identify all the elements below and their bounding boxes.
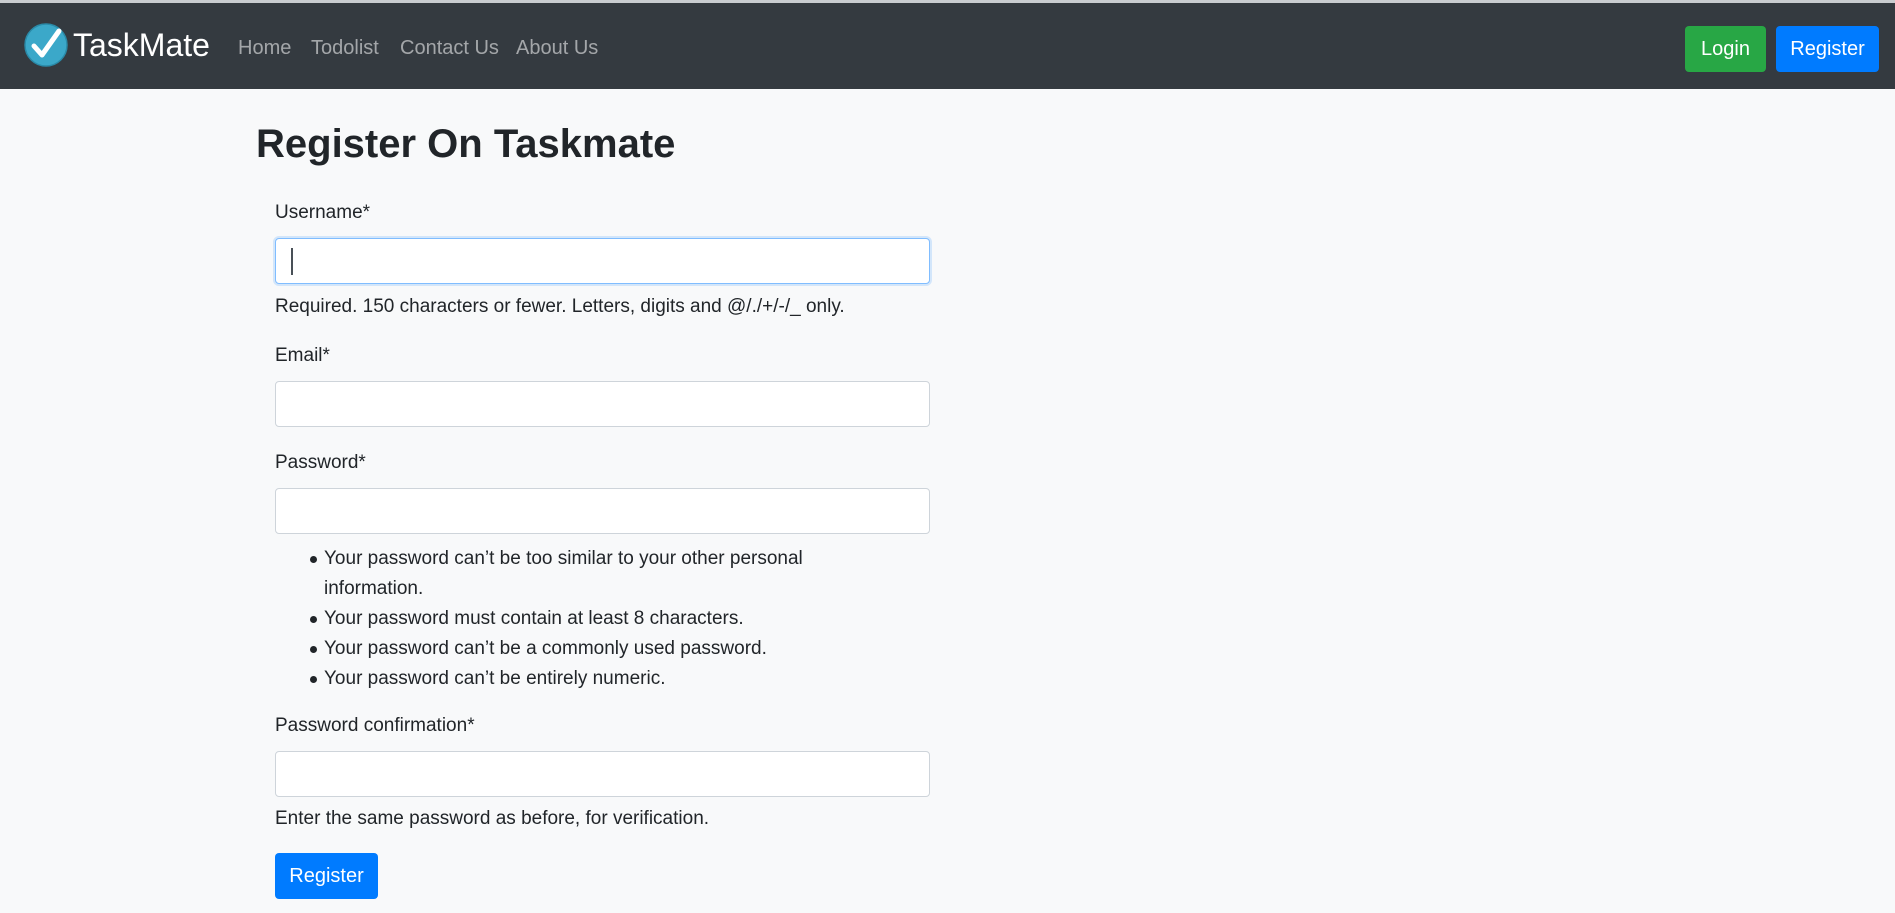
password-rule-item: Your password must contain at least 8 ch…	[275, 604, 895, 634]
password-rule-item: Your password can’t be a commonly used p…	[275, 634, 895, 664]
password-rule-item: Your password can’t be too similar to yo…	[275, 544, 895, 604]
username-input[interactable]	[275, 238, 930, 284]
username-help-text: Required. 150 characters or fewer. Lette…	[275, 296, 845, 317]
page-title: Register On Taskmate	[256, 122, 676, 166]
password-confirmation-label: Password confirmation*	[275, 715, 475, 736]
email-label: Email*	[275, 345, 330, 366]
checkmark-logo-icon	[24, 23, 68, 67]
email-input[interactable]	[275, 381, 930, 427]
brand-name: TaskMate	[73, 27, 210, 63]
nav-link-about-us[interactable]: About Us	[516, 36, 598, 60]
text-caret	[291, 248, 293, 275]
login-button[interactable]: Login	[1685, 26, 1766, 72]
password-label: Password*	[275, 452, 366, 473]
nav-link-todolist[interactable]: Todolist	[311, 36, 379, 60]
register-nav-button[interactable]: Register	[1776, 26, 1879, 72]
password-confirmation-help-text: Enter the same password as before, for v…	[275, 808, 710, 829]
username-label: Username*	[275, 202, 371, 223]
nav-link-home[interactable]: Home	[238, 36, 291, 60]
nav-link-contact-us[interactable]: Contact Us	[400, 36, 499, 60]
password-confirmation-input[interactable]	[275, 751, 930, 797]
password-rules-list: Your password can’t be too similar to yo…	[275, 544, 895, 694]
brand-link[interactable]: TaskMate	[24, 23, 210, 67]
top-navbar: TaskMate Home Todolist Contact Us About …	[0, 3, 1895, 89]
password-input[interactable]	[275, 488, 930, 534]
register-submit-button[interactable]: Register	[275, 853, 378, 899]
password-rule-item: Your password can’t be entirely numeric.	[275, 664, 895, 694]
